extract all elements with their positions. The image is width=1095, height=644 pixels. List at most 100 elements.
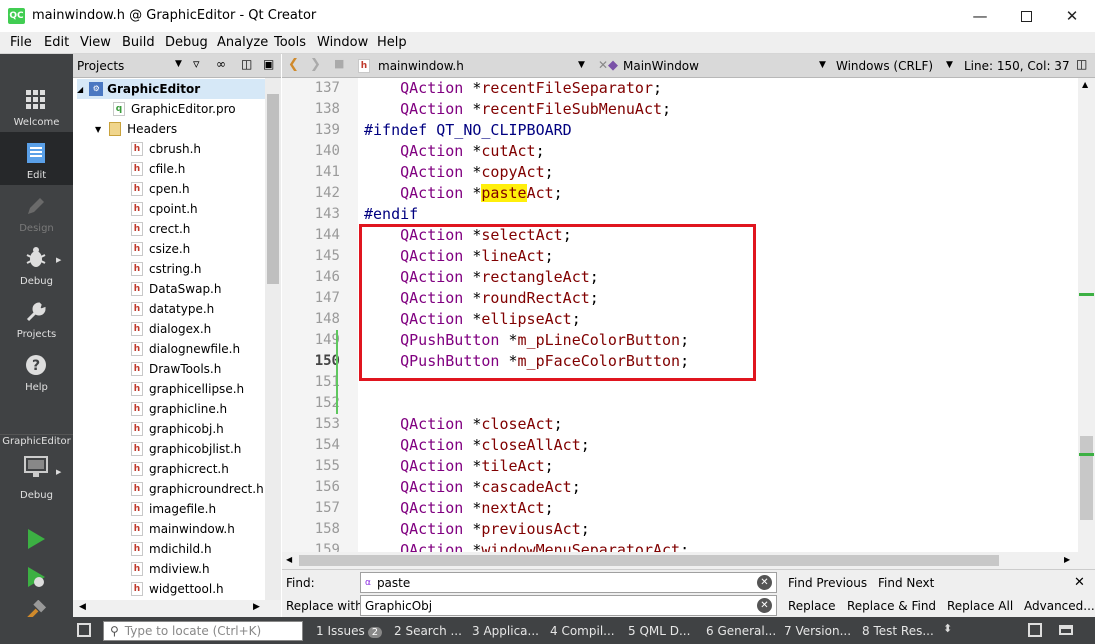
back-icon[interactable]: ❮	[288, 57, 299, 72]
kit-selector[interactable]: ▶ Debug	[0, 452, 73, 508]
close-document-icon[interactable]: ✕	[598, 58, 608, 72]
editor-hscrollbar-thumb[interactable]	[299, 555, 999, 566]
run-icon[interactable]	[25, 527, 47, 551]
close-button[interactable]: ✕	[1049, 0, 1095, 32]
tree-item-file[interactable]: h cbrush.h	[131, 139, 201, 159]
scroll-up-icon[interactable]: ▲	[1082, 80, 1088, 89]
mode-design[interactable]: Design	[0, 185, 73, 238]
tree-item-file[interactable]: h DrawTools.h	[131, 359, 221, 379]
tree-item-file[interactable]: h cpoint.h	[131, 199, 198, 219]
menu-debug[interactable]: Debug	[165, 35, 208, 50]
debug-run-icon[interactable]	[25, 565, 47, 589]
mode-help[interactable]: ? Help	[0, 344, 73, 397]
mode-debug[interactable]: ▶ Debug	[0, 238, 73, 291]
find-options-icon[interactable]: α	[365, 578, 371, 588]
current-symbol[interactable]: MainWindow	[623, 59, 699, 73]
advanced-button[interactable]: Advanced...	[1024, 599, 1095, 613]
find-previous-button[interactable]: Find Previous	[788, 576, 867, 590]
tree-item-file[interactable]: h cfile.h	[131, 159, 185, 179]
tree-item-file[interactable]: h datatype.h	[131, 299, 214, 319]
menu-file[interactable]: File	[10, 35, 32, 50]
tree-item-file[interactable]: h widgettool.h	[131, 579, 224, 599]
tree-item-file[interactable]: h graphicline.h	[131, 399, 227, 419]
close-panel-icon[interactable]: ▣	[263, 57, 274, 71]
output-tab[interactable]: 3 Applica...	[472, 624, 539, 638]
menu-window[interactable]: Window	[317, 35, 368, 50]
menu-help[interactable]: Help	[377, 35, 407, 50]
mode-projects[interactable]: Projects	[0, 291, 73, 344]
pane-arrows-icon[interactable]: ⬍	[943, 622, 952, 635]
forward-icon[interactable]: ❯	[310, 57, 321, 72]
find-input[interactable]: α paste ✕	[360, 572, 777, 593]
tree-item-file[interactable]: h graphicellipse.h	[131, 379, 244, 399]
mode-edit[interactable]: Edit	[0, 132, 73, 185]
menu-view[interactable]: View	[80, 35, 111, 50]
close-find-icon[interactable]: ✕	[1074, 575, 1085, 590]
tree-root-item[interactable]: ◢ ⚙ GraphicEditor	[77, 79, 267, 99]
scroll-left-icon[interactable]: ◀	[286, 555, 292, 564]
scroll-right-icon[interactable]: ▶	[253, 602, 260, 612]
output-tab[interactable]: 5 QML D...	[628, 624, 690, 638]
tree-item-file[interactable]: h cstring.h	[131, 259, 201, 279]
collapse-arrow-icon[interactable]: ▼	[95, 125, 101, 134]
output-tab[interactable]: 4 Compil...	[550, 624, 615, 638]
find-next-button[interactable]: Find Next	[878, 576, 934, 590]
editor-vscrollbar[interactable]: ▲	[1078, 78, 1095, 552]
collapse-arrow-icon[interactable]: ◢	[77, 85, 83, 94]
tree-item-file[interactable]: h dialognewfile.h	[131, 339, 240, 359]
menu-analyze[interactable]: Analyze	[217, 35, 268, 50]
output-tab[interactable]: 1 Issues 2	[316, 624, 383, 638]
menu-build[interactable]: Build	[122, 35, 155, 50]
locator-input[interactable]: ⚲ Type to locate (Ctrl+K)	[103, 621, 303, 641]
editor-hscrollbar[interactable]: ◀ ▶	[282, 552, 1095, 569]
toggle-output-pane-icon[interactable]	[1059, 625, 1073, 635]
cursor-position[interactable]: Line: 150, Col: 37	[964, 59, 1070, 73]
scroll-left-icon[interactable]: ◀	[79, 602, 86, 612]
toggle-right-sidebar-icon[interactable]	[1028, 623, 1042, 637]
tree-item-file[interactable]: h graphicrect.h	[131, 459, 229, 479]
dropdown-arrow-icon[interactable]: ▼	[175, 59, 182, 69]
filter-icon[interactable]: ▿	[193, 57, 200, 72]
replace-and-find-button[interactable]: Replace & Find	[847, 599, 936, 613]
split-icon[interactable]: ◫	[241, 57, 252, 71]
open-file-name[interactable]: mainwindow.h	[378, 59, 464, 73]
minimize-button[interactable]: —	[957, 0, 1003, 32]
tree-item-file[interactable]: h graphicroundrect.h	[131, 479, 264, 499]
tree-item-headers[interactable]: ▼ Headers	[95, 119, 177, 139]
tree-item-file[interactable]: h DataSwap.h	[131, 279, 221, 299]
replace-all-button[interactable]: Replace All	[947, 599, 1013, 613]
editor-vscrollbar-thumb[interactable]	[1080, 436, 1093, 520]
tree-item-file[interactable]: h graphicobjlist.h	[131, 439, 241, 459]
mode-welcome[interactable]: Welcome	[0, 79, 73, 132]
link-icon[interactable]: ∞	[216, 57, 226, 71]
tree-item-file[interactable]: h mdichild.h	[131, 539, 212, 559]
dropdown-arrow-icon[interactable]: ▼	[578, 60, 585, 70]
line-ending-selector[interactable]: Windows (CRLF)	[836, 59, 933, 73]
replace-button[interactable]: Replace	[788, 599, 835, 613]
tree-scrollbar-thumb[interactable]	[267, 94, 279, 284]
split-editor-icon[interactable]: ◫	[1076, 57, 1087, 71]
tree-item-file[interactable]: h imagefile.h	[131, 499, 216, 519]
scroll-right-icon[interactable]: ▶	[1064, 555, 1070, 564]
tree-hscrollbar[interactable]: ◀ ▶	[73, 600, 281, 617]
clear-replace-icon[interactable]: ✕	[757, 598, 772, 613]
replace-input[interactable]: GraphicObj ✕	[360, 595, 777, 616]
tree-item-file[interactable]: h dialogex.h	[131, 319, 211, 339]
menu-tools[interactable]: Tools	[274, 35, 306, 50]
tree-item-file[interactable]: h mainwindow.h	[131, 519, 235, 539]
tree-item-pro-file[interactable]: q GraphicEditor.pro	[113, 99, 236, 119]
output-tab[interactable]: 7 Version...	[784, 624, 851, 638]
menu-edit[interactable]: Edit	[44, 35, 69, 50]
toggle-sidebar-icon[interactable]	[77, 623, 91, 637]
dropdown-arrow-icon[interactable]: ▼	[946, 60, 953, 70]
tree-item-file[interactable]: h csize.h	[131, 239, 190, 259]
output-tab[interactable]: 8 Test Res...	[862, 624, 934, 638]
tree-item-file[interactable]: h crect.h	[131, 219, 190, 239]
dropdown-arrow-icon[interactable]: ▼	[819, 60, 826, 70]
tree-item-file[interactable]: h cpen.h	[131, 179, 190, 199]
clear-find-icon[interactable]: ✕	[757, 575, 772, 590]
output-tab[interactable]: 2 Search ...	[394, 624, 462, 638]
tree-item-file[interactable]: h graphicobj.h	[131, 419, 224, 439]
maximize-button[interactable]	[1003, 0, 1049, 32]
tree-item-file[interactable]: h mdiview.h	[131, 559, 210, 579]
